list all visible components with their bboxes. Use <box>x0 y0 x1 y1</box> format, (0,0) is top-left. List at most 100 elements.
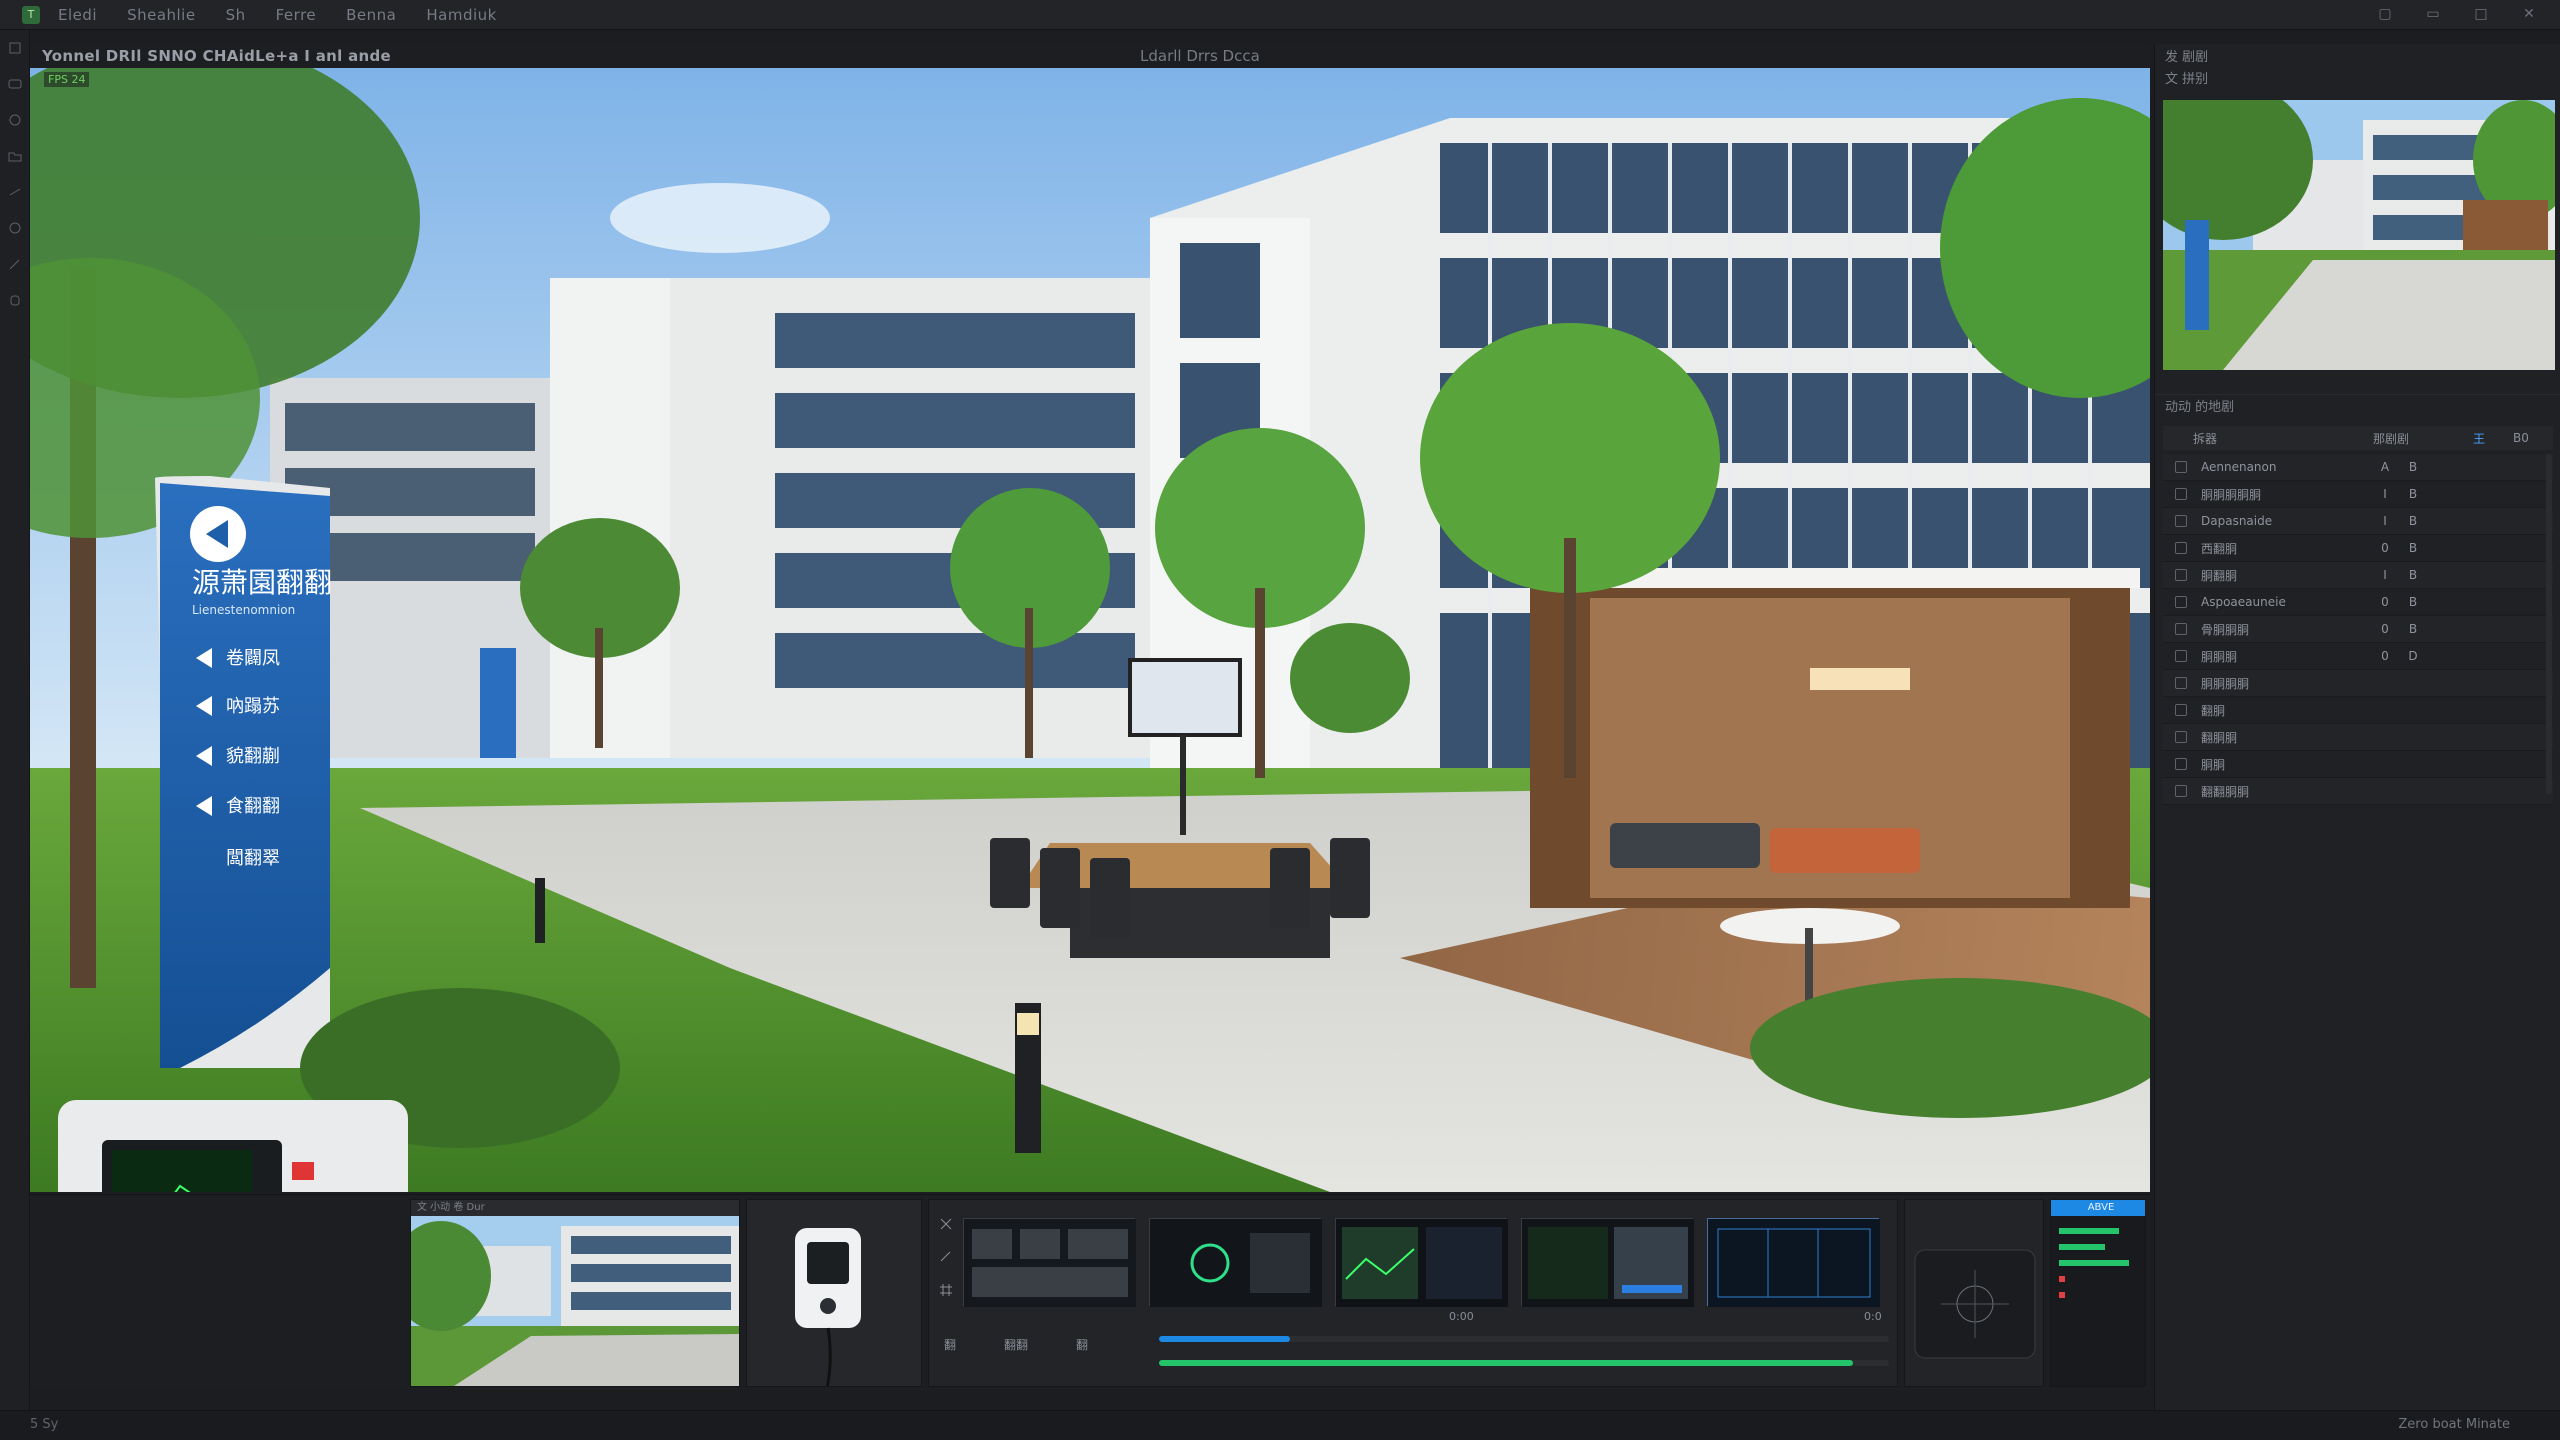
row-flag[interactable]: 0 <box>2371 622 2399 636</box>
circle-tool-icon[interactable] <box>0 102 30 138</box>
row-name: 翻胴 <box>2201 703 2226 718</box>
outliner-row[interactable]: 胴胴胴胴 <box>2163 670 2553 697</box>
ptz-control-panel[interactable] <box>1904 1199 2044 1387</box>
status-mini-title: ABVE <box>2051 1200 2145 1216</box>
close-icon[interactable]: ✕ <box>2518 4 2540 24</box>
minimize-icon[interactable]: ▢ <box>2374 4 2396 24</box>
row-name: Aspoaeauneie <box>2201 595 2286 609</box>
menu-item-4[interactable]: Ferre <box>276 6 317 24</box>
camera-preview[interactable] <box>2163 100 2555 370</box>
monitor-thumb-2[interactable] <box>1149 1218 1322 1307</box>
row-name: 翻胴胴 <box>2201 730 2238 745</box>
move-tool-icon[interactable] <box>0 66 30 102</box>
outliner-row[interactable]: Aennenanon A B <box>2163 454 2553 481</box>
object-icon <box>2175 596 2187 608</box>
row-visibility[interactable]: B <box>2399 460 2427 474</box>
viewport-header: Yonnel DRIl SNNO CHAidLe+a I anl ande Ld… <box>30 44 2150 68</box>
outliner-row[interactable]: 胴翻胴 I B <box>2163 562 2553 589</box>
outliner-row[interactable]: 翻翻胴胴 <box>2163 778 2553 805</box>
row-flag[interactable]: I <box>2371 514 2399 528</box>
device-panel[interactable] <box>746 1199 922 1387</box>
link-tool-icon[interactable] <box>0 174 30 210</box>
timeline-track-green[interactable] <box>1159 1360 1889 1366</box>
col-type[interactable]: 那剧剧 <box>2373 430 2473 447</box>
outliner-row[interactable]: 胴胴胴胴胴 I B <box>2163 481 2553 508</box>
monitor-thumb-1[interactable] <box>963 1218 1136 1307</box>
hand-tool-icon[interactable] <box>0 282 30 318</box>
bottom-dock: 文 小动 卷 Dur 翻 翻翻 翻 0:00 0:0 ABVE <box>30 1194 2150 1390</box>
row-visibility[interactable]: B <box>2399 568 2427 582</box>
record-button[interactable]: 翻翻 <box>999 1330 1033 1360</box>
menu-item-5[interactable]: Benna <box>346 6 396 24</box>
monitor-thumb-5-render <box>1708 1219 1880 1307</box>
monitor-thumb-5[interactable] <box>1707 1218 1880 1307</box>
row-flag[interactable]: 0 <box>2371 595 2399 609</box>
chat-tool-icon[interactable] <box>0 210 30 246</box>
restore-icon[interactable]: ▭ <box>2422 4 2444 24</box>
monitor-thumb-2-render <box>1150 1219 1322 1307</box>
row-visibility[interactable]: B <box>2399 595 2427 609</box>
row-visibility[interactable]: B <box>2399 487 2427 501</box>
monitor-thumb-3[interactable] <box>1335 1218 1508 1307</box>
timeline-fill-green <box>1159 1360 1853 1366</box>
object-icon <box>2175 704 2187 716</box>
menu-item-3[interactable]: Sh <box>226 6 246 24</box>
monitor-thumb-1-render <box>964 1219 1136 1307</box>
outliner-scrollbar[interactable] <box>2546 454 2552 794</box>
outliner-row[interactable]: Dapasnaide I B <box>2163 508 2553 535</box>
camera-feed-panel[interactable]: 文 小动 卷 Dur <box>410 1199 740 1387</box>
row-flag[interactable]: 0 <box>2371 649 2399 663</box>
ptz-joystick-render <box>1905 1200 2043 1386</box>
export-button[interactable]: 翻 <box>1065 1330 1099 1360</box>
timeline-track-blue[interactable] <box>1159 1336 1889 1342</box>
scene-viewport[interactable]: 源萧園翻翻 Lienestenomnion 卷闢凤 吶蹋苏 貌翻蒯 食翻翻 闆翻… <box>30 68 2150 1192</box>
row-flag[interactable]: I <box>2371 568 2399 582</box>
menu-item-2[interactable]: Sheahlie <box>127 6 196 24</box>
col-flag[interactable]: 王 <box>2473 430 2513 447</box>
outliner-row[interactable]: 西翻胴 0 B <box>2163 535 2553 562</box>
camera-feed-title: 文 小动 卷 Dur <box>411 1200 739 1216</box>
capture-button[interactable]: 翻 <box>933 1330 967 1360</box>
outliner-row[interactable]: 翻胴 <box>2163 697 2553 724</box>
monitor-panel: 翻 翻翻 翻 0:00 0:0 <box>928 1199 1898 1387</box>
outliner-row[interactable]: 翻胴胴 <box>2163 724 2553 751</box>
select-tool-icon[interactable] <box>0 30 30 66</box>
col-misc[interactable]: B0 <box>2513 431 2529 445</box>
status-bar: 5 Sy Zero boat Minate <box>0 1410 2560 1440</box>
row-visibility[interactable]: D <box>2399 649 2427 663</box>
row-name: 翻翻胴胴 <box>2201 784 2250 799</box>
outliner-row[interactable]: 骨胴胴胴 0 B <box>2163 616 2553 643</box>
menu-item-1[interactable]: Eledi <box>58 6 97 24</box>
row-name: 胴胴胴胴胴 <box>2201 487 2262 502</box>
outliner-row[interactable]: Aspoaeauneie 0 B <box>2163 589 2553 616</box>
outliner-row[interactable]: 胴胴胴 0 D <box>2163 643 2553 670</box>
row-visibility[interactable]: B <box>2399 622 2427 636</box>
outliner-row[interactable]: 胴胴 <box>2163 751 2553 778</box>
row-visibility[interactable]: B <box>2399 514 2427 528</box>
outliner-title: 动动 的地剧 <box>2155 394 2560 416</box>
row-name: 胴胴 <box>2201 757 2226 772</box>
monitor-thumb-4[interactable] <box>1521 1218 1694 1307</box>
fps-badge: FPS 24 <box>44 72 90 87</box>
folder-tool-icon[interactable] <box>0 138 30 174</box>
timeline-end: 0:0 <box>1864 1310 1882 1323</box>
row-name: 骨胴胴胴 <box>2201 622 2250 637</box>
row-flag[interactable]: A <box>2371 460 2399 474</box>
scene-render: 源萧園翻翻 Lienestenomnion 卷闢凤 吶蹋苏 貌翻蒯 食翻翻 闆翻… <box>30 68 2150 1192</box>
panel-subtitle: 文 拼别 <box>2165 71 2209 87</box>
object-icon <box>2175 488 2187 500</box>
brush-tool-icon[interactable] <box>0 246 30 282</box>
object-icon <box>2175 731 2187 743</box>
row-flag[interactable]: I <box>2371 487 2399 501</box>
camera-feed-render <box>411 1216 739 1386</box>
object-icon <box>2175 569 2187 581</box>
row-flag[interactable]: 0 <box>2371 541 2399 555</box>
menu-item-6[interactable]: Hamdiuk <box>426 6 496 24</box>
grid-icon[interactable] <box>929 1274 963 1304</box>
edit-icon[interactable] <box>929 1240 963 1270</box>
expand-icon[interactable] <box>929 1208 963 1238</box>
col-name[interactable]: 拆器 <box>2193 430 2373 447</box>
row-visibility[interactable]: B <box>2399 541 2427 555</box>
sign-subtitle: Lienestenomnion <box>192 603 295 617</box>
maximize-icon[interactable]: □ <box>2470 4 2492 24</box>
